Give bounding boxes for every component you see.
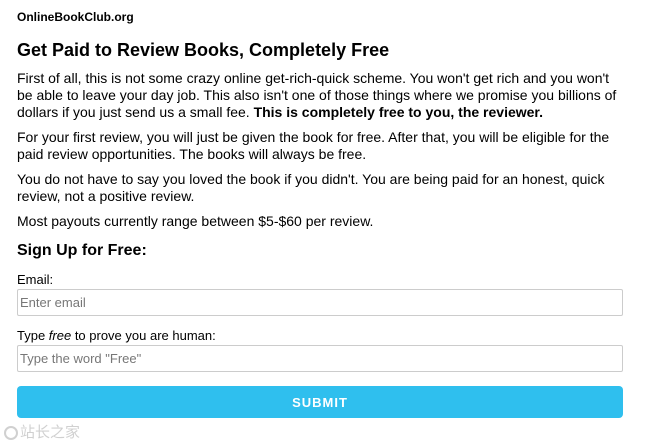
watermark: 站长之家 — [0, 421, 115, 443]
page-title: Get Paid to Review Books, Completely Fre… — [17, 40, 390, 60]
signup-page: OnlineBookClub.org Get Paid to Review Bo… — [0, 0, 650, 445]
email-label: Email: — [17, 272, 54, 287]
site-name: OnlineBookClub.org — [17, 10, 134, 24]
watermark-text: 站长之家 — [20, 423, 81, 441]
human-check-label: Type free to prove you are human: — [17, 328, 622, 344]
signup-form: Email: Type free to prove you are human:… — [17, 272, 623, 418]
signup-heading: Sign Up for Free: — [17, 242, 147, 259]
intro-emphasis: This is completely free to you, the revi… — [253, 104, 543, 120]
watermark-logo-icon — [4, 426, 18, 440]
intro-paragraph: First of all, this is not some crazy onl… — [17, 70, 622, 121]
email-input[interactable] — [17, 289, 623, 316]
payout-paragraph: Most payouts currently range between $5-… — [17, 213, 374, 229]
honest-review-paragraph: You do not have to say you loved the boo… — [17, 171, 605, 204]
submit-button[interactable]: SUBMIT — [17, 386, 623, 418]
human-check-prefix: Type — [17, 328, 49, 343]
human-check-suffix: to prove you are human: — [71, 328, 216, 343]
human-check-word: free — [48, 328, 72, 343]
human-check-input[interactable] — [17, 345, 623, 372]
first-review-paragraph: For your first review, you will just be … — [17, 129, 610, 162]
